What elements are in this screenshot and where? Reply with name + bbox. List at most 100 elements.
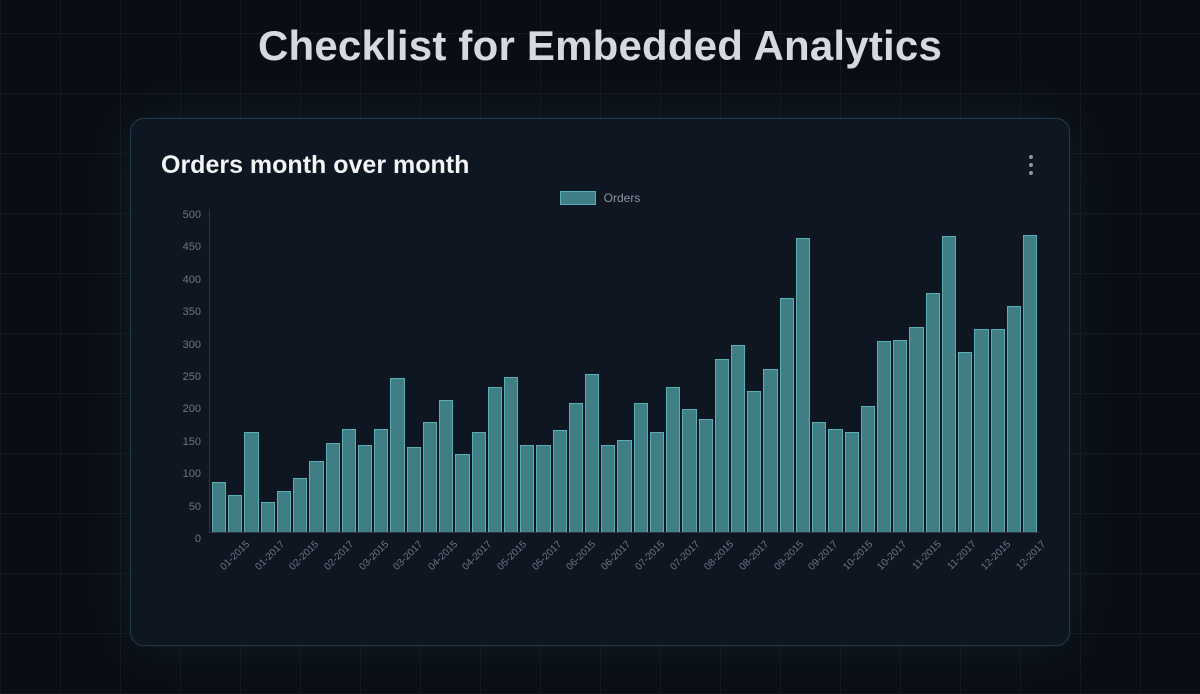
x-tick: 07-2015	[634, 539, 668, 573]
bar	[942, 236, 956, 532]
x-tick: 02-2017	[322, 539, 356, 573]
x-tick: 06-2015	[565, 539, 599, 573]
bar	[747, 391, 761, 532]
x-tick: 02-2015	[288, 539, 322, 573]
bar	[439, 400, 453, 532]
more-vertical-icon[interactable]	[1023, 149, 1039, 181]
bar	[893, 340, 907, 533]
y-tick: 200	[161, 403, 201, 415]
bar	[342, 429, 356, 532]
bar	[309, 461, 323, 532]
bar	[212, 482, 226, 532]
bar	[861, 406, 875, 532]
y-tick: 100	[161, 468, 201, 480]
chart-card: Orders month over month Orders 0 50 100 150…	[130, 118, 1070, 646]
y-tick: 350	[161, 306, 201, 318]
bar	[1023, 235, 1037, 532]
bar	[780, 298, 794, 532]
bar	[244, 432, 258, 532]
bar	[634, 403, 648, 532]
x-tick: 11-2015	[911, 539, 944, 572]
bar	[488, 387, 502, 532]
bar	[504, 377, 518, 532]
legend-label: Orders	[604, 191, 641, 205]
stage: Checklist for Embedded Analytics Orders …	[0, 0, 1200, 694]
y-tick: 450	[161, 241, 201, 253]
bar	[536, 445, 550, 532]
bar	[796, 238, 810, 532]
x-tick: 09-2015	[772, 539, 806, 573]
x-tick: 08-2017	[737, 539, 771, 573]
bar	[974, 329, 988, 532]
bar	[682, 409, 696, 532]
bar	[472, 432, 486, 532]
bar	[374, 429, 388, 532]
x-tick: 09-2017	[807, 539, 841, 573]
legend: Orders	[161, 191, 1039, 205]
x-tick: 11-2017	[945, 539, 978, 572]
bar	[423, 422, 437, 532]
bar	[991, 329, 1005, 532]
bar	[228, 495, 242, 532]
x-tick: 01-2017	[253, 539, 287, 573]
bar	[390, 378, 404, 532]
y-tick: 500	[161, 209, 201, 221]
page-title: Checklist for Embedded Analytics	[0, 22, 1200, 70]
bar	[699, 419, 713, 532]
bar	[358, 445, 372, 532]
bar	[650, 432, 664, 532]
plot-area: 0 50 100 150 200 250 300 350 400 450 500 01-201501…	[161, 209, 1039, 593]
bar	[845, 432, 859, 532]
bar	[828, 429, 842, 532]
bar	[326, 443, 340, 532]
x-tick: 03-2017	[392, 539, 426, 573]
x-tick: 04-2017	[461, 539, 495, 573]
bar	[293, 478, 307, 532]
bar	[520, 445, 534, 532]
bar	[763, 369, 777, 532]
x-tick: 05-2015	[495, 539, 529, 573]
y-tick: 400	[161, 274, 201, 286]
bar	[877, 341, 891, 532]
bar	[261, 502, 275, 532]
y-tick: 150	[161, 436, 201, 448]
bar	[601, 445, 615, 532]
x-tick: 10-2017	[876, 539, 910, 573]
x-tick: 06-2017	[599, 539, 633, 573]
bar	[407, 447, 421, 532]
bar	[277, 491, 291, 532]
bar	[909, 327, 923, 532]
bar	[731, 345, 745, 532]
x-tick: 12-2017	[1014, 539, 1048, 573]
y-tick: 50	[161, 501, 201, 513]
card-header: Orders month over month	[161, 149, 1039, 181]
x-tick: 08-2015	[703, 539, 737, 573]
x-tick: 10-2015	[841, 539, 875, 573]
bar	[812, 422, 826, 532]
y-axis: 050100150200250300350400450500	[161, 209, 201, 533]
bar	[666, 387, 680, 532]
bar	[926, 293, 940, 532]
bars-container	[210, 209, 1039, 532]
x-tick: 05-2017	[530, 539, 564, 573]
x-tick: 12-2015	[980, 539, 1014, 573]
x-tick: 07-2017	[668, 539, 702, 573]
bar	[585, 374, 599, 532]
x-tick: 01-2015	[219, 539, 253, 573]
legend-swatch-icon	[560, 191, 596, 205]
y-tick: 0	[161, 533, 201, 545]
plot	[209, 209, 1039, 533]
y-tick: 300	[161, 339, 201, 351]
bar	[617, 440, 631, 532]
x-axis: 01-201501-201702-201502-201703-201503-20…	[209, 533, 1039, 593]
bar	[1007, 306, 1021, 532]
bar	[715, 359, 729, 532]
x-tick: 03-2015	[357, 539, 391, 573]
bar	[958, 352, 972, 532]
y-tick: 250	[161, 371, 201, 383]
bar	[569, 403, 583, 532]
x-tick: 04-2015	[426, 539, 460, 573]
chart-title: Orders month over month	[161, 151, 469, 180]
bar	[553, 430, 567, 532]
bar	[455, 454, 469, 532]
